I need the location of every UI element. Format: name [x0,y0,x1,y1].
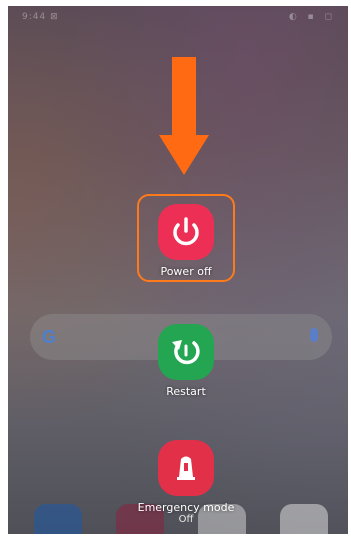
google-logo-icon: G [42,327,57,347]
status-time: 9:44 ⊠ [22,12,59,22]
emergency-icon [158,440,214,496]
status-bar: 9:44 ⊠ ◐ ▪ ◻ [8,6,348,28]
phone-screen: 9:44 ⊠ ◐ ▪ ◻ G Power off Restart Emergen… [8,6,348,534]
meet-icon[interactable] [34,504,82,534]
folder-icon[interactable] [280,504,328,534]
power-off-button[interactable]: Power off [137,204,235,278]
power-icon [158,204,214,260]
arrow-shaft [172,57,196,137]
emergency-mode-label: Emergency mode [137,501,235,514]
status-icons: ◐ ▪ ◻ [288,12,336,22]
restart-icon [158,324,214,380]
emergency-mode-status: Off [178,514,194,525]
power-off-label: Power off [160,265,212,278]
arrow-head [159,135,209,175]
restart-label: Restart [166,385,206,398]
restart-button[interactable]: Restart [132,324,240,398]
down-arrow-annotation [159,57,209,177]
mic-icon[interactable] [310,328,318,342]
emergency-mode-button[interactable]: Emergency mode Off [116,440,256,525]
